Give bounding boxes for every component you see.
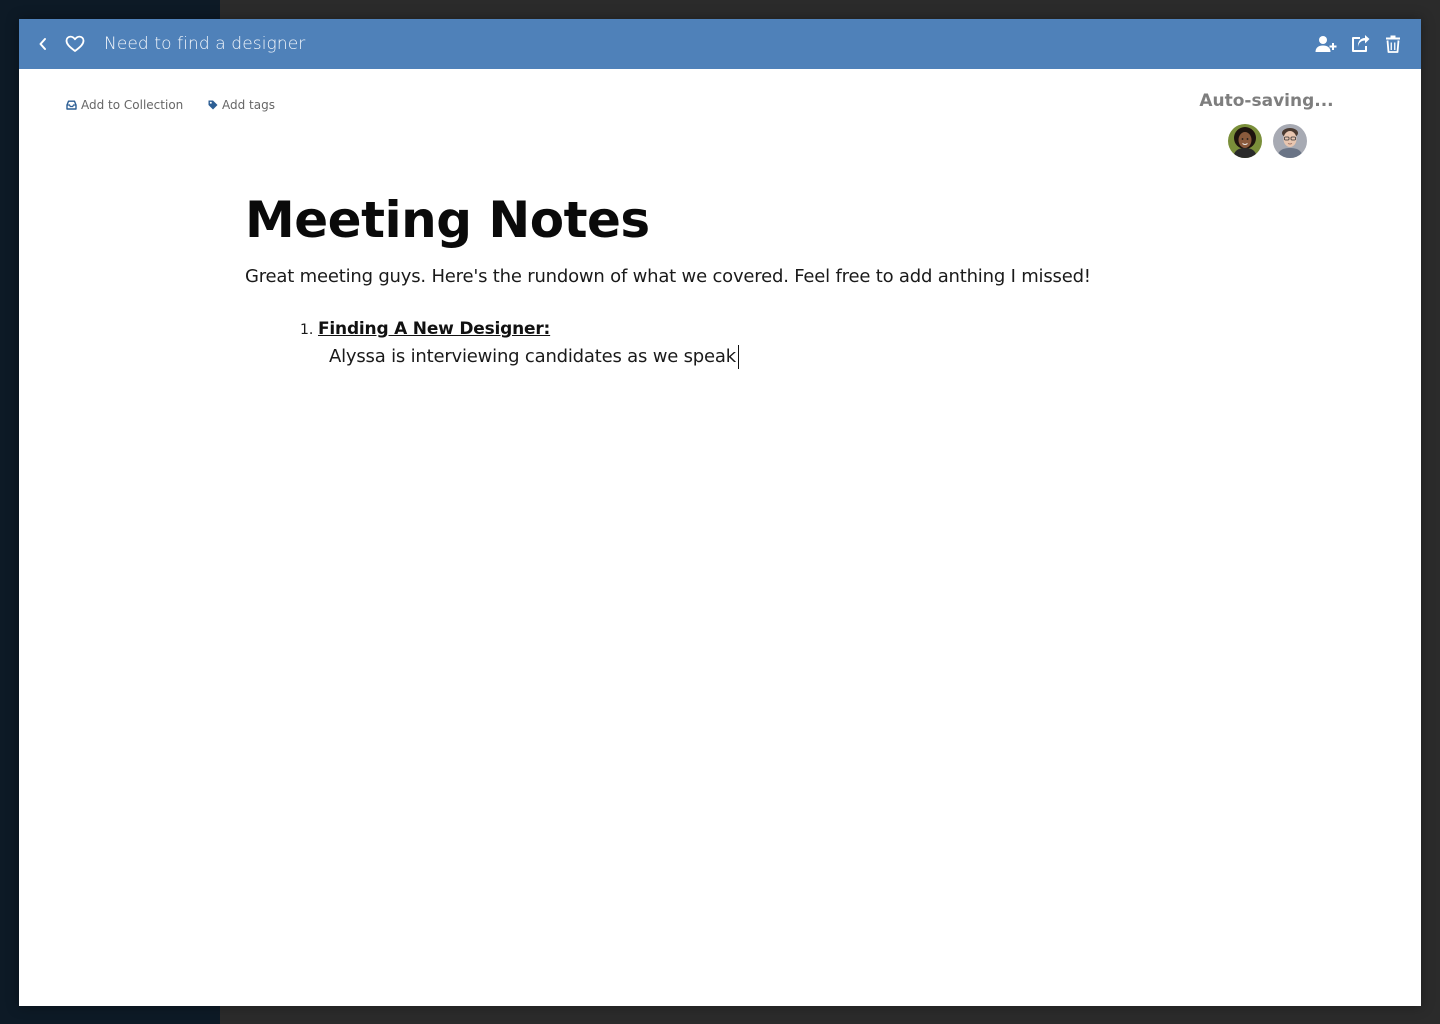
tag-icon — [208, 100, 218, 110]
autosave-status: Auto-saving... — [1199, 91, 1334, 111]
inbox-icon — [66, 100, 77, 110]
avatar[interactable] — [1228, 124, 1262, 158]
add-tags-label: Add tags — [222, 98, 275, 112]
list-item-body[interactable]: Alyssa is interviewing candidates as we … — [329, 345, 739, 369]
intro-paragraph[interactable]: Great meeting guys. Here's the rundown o… — [245, 266, 1091, 287]
trash-icon — [1386, 35, 1400, 53]
add-to-collection-link[interactable]: Add to Collection — [66, 97, 183, 113]
back-button[interactable] — [33, 34, 53, 54]
list-item-title[interactable]: Finding A New Designer: — [318, 319, 550, 339]
share-icon — [1351, 35, 1369, 52]
delete-button[interactable] — [1381, 32, 1405, 56]
list-item-body-text: Alyssa is interviewing candidates as we … — [329, 346, 736, 367]
share-button[interactable] — [1348, 32, 1372, 56]
heart-icon — [65, 35, 85, 52]
add-user-icon — [1315, 36, 1337, 52]
favorite-button[interactable] — [63, 33, 87, 55]
add-to-collection-label: Add to Collection — [81, 98, 184, 112]
share-with-user-button[interactable] — [1314, 32, 1338, 56]
collaborator-avatar-2 — [1273, 124, 1307, 158]
chevron-left-icon — [39, 38, 46, 50]
title-bar: Need to find a designer — [19, 19, 1421, 69]
list-item-number: 1. — [300, 322, 314, 338]
document-title[interactable]: Need to find a designer — [104, 19, 305, 69]
document-heading[interactable]: Meeting Notes — [245, 191, 650, 249]
note-editor-window: Need to find a designer Add to Collectio… — [19, 19, 1421, 1006]
avatar[interactable] — [1273, 124, 1307, 158]
text-cursor — [737, 345, 739, 369]
add-tags-link[interactable]: Add tags — [208, 97, 275, 113]
collaborator-avatar-1 — [1228, 124, 1262, 158]
